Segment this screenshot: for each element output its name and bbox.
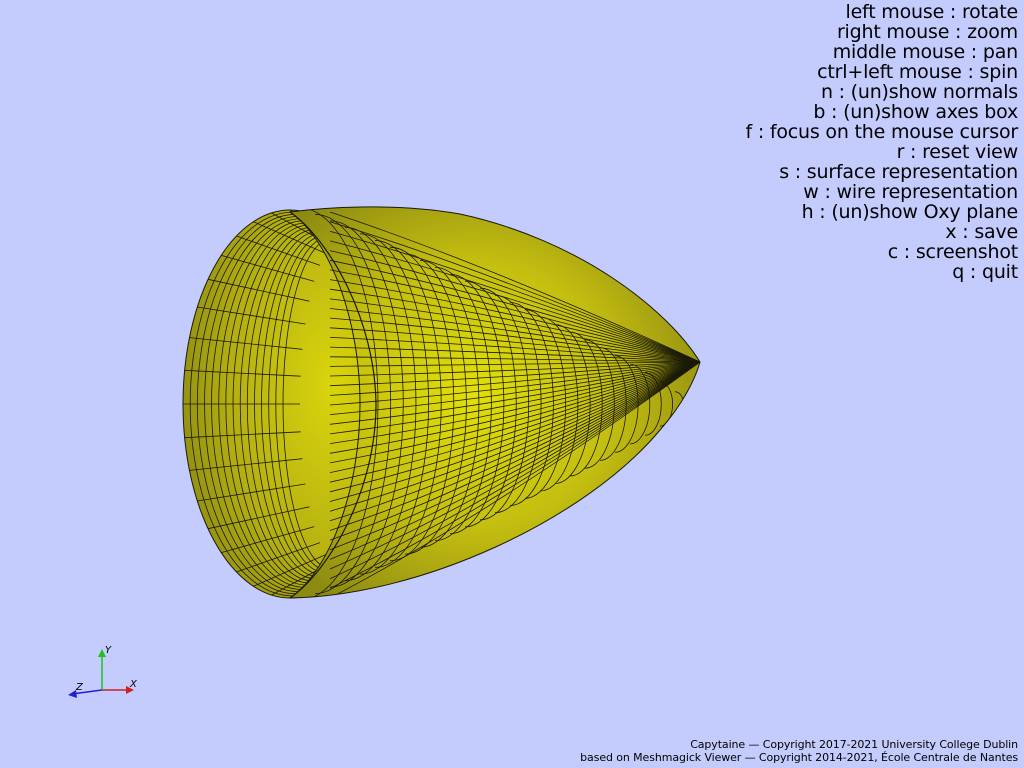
help-line: c : screenshot bbox=[887, 241, 1019, 263]
help-line: ctrl+left mouse : spin bbox=[817, 61, 1018, 83]
help-line: s : surface representation bbox=[779, 161, 1018, 183]
credits-line-capytaine: Capytaine — Copyright 2017-2021 Universi… bbox=[690, 738, 1018, 751]
hull-mesh[interactable] bbox=[182, 206, 701, 600]
help-line: r : reset view bbox=[896, 141, 1019, 163]
help-line: h : (un)show Oxy plane bbox=[801, 201, 1019, 223]
help-line: n : (un)show normals bbox=[820, 81, 1018, 103]
help-line: left mouse : rotate bbox=[845, 1, 1018, 23]
help-line: f : focus on the mouse cursor bbox=[745, 121, 1019, 143]
y-axis-label: Y bbox=[105, 645, 112, 656]
orientation-axes-widget: X Y Z bbox=[68, 645, 138, 698]
x-axis-label: X bbox=[129, 679, 138, 690]
copyright-credits: Capytaine — Copyright 2017-2021 Universi… bbox=[580, 738, 1018, 764]
help-line: x : save bbox=[945, 221, 1018, 243]
help-line: b : (un)show axes box bbox=[813, 101, 1018, 123]
help-line: middle mouse : pan bbox=[832, 41, 1019, 63]
credits-line-meshmagick: based on Meshmagick Viewer — Copyright 2… bbox=[580, 751, 1018, 764]
help-line: q : quit bbox=[952, 261, 1018, 283]
help-line: right mouse : zoom bbox=[836, 21, 1018, 43]
help-line: w : wire representation bbox=[803, 181, 1018, 203]
hull-outer-surface bbox=[288, 206, 701, 599]
keyboard-shortcuts-help: left mouse : rotate right mouse : zoom m… bbox=[745, 1, 1019, 283]
z-axis-label: Z bbox=[75, 682, 84, 693]
